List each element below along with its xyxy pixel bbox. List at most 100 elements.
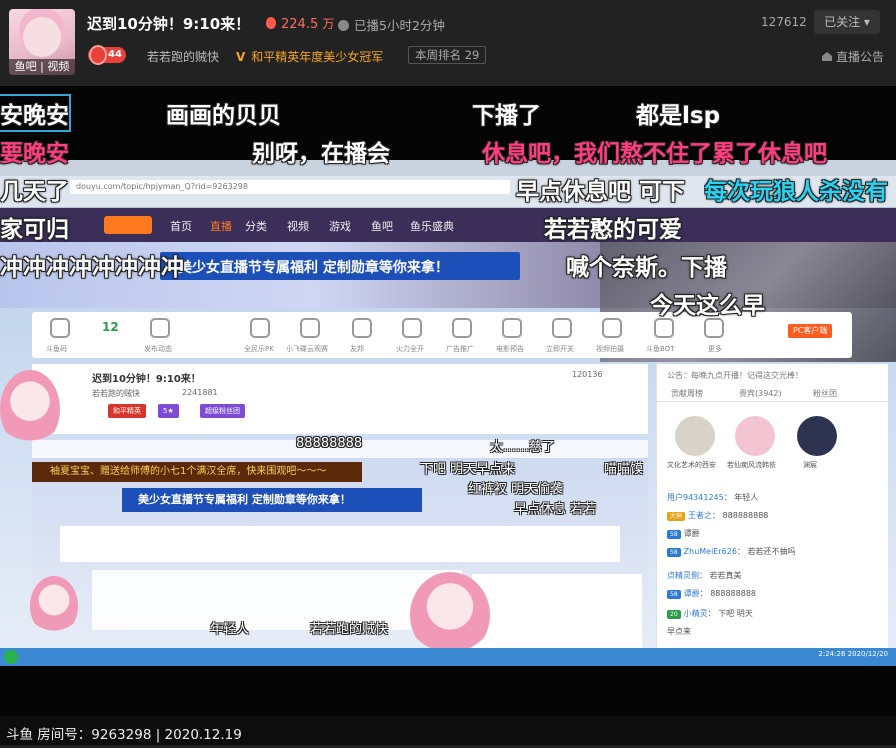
inner-mini-page	[92, 570, 462, 630]
announcement-link[interactable]: 直播公告	[822, 48, 884, 65]
inner-ribbon: 美少女直播节专属福利 定制勋章等你来拿！	[122, 488, 422, 512]
captured-side-panel: 公告：每晚九点开播！记得这交光棒！ 贡献周榜 贵宾(3942) 粉丝团 文化艺术…	[656, 364, 888, 666]
inner-iconbar	[60, 526, 620, 562]
chat-badge: 58	[667, 548, 681, 557]
feature-label: 火力全开	[396, 345, 424, 353]
feature-label: 广告推广	[446, 345, 474, 353]
feature-icon	[150, 318, 170, 338]
fan-name: 文化艺术的西安	[667, 461, 716, 469]
feature-label: 视频拍摄	[596, 345, 624, 353]
video-player[interactable]: douyu.com/topic/hpjyman_Q?rid=9263298 首页…	[0, 86, 896, 716]
feature-icon	[50, 318, 70, 338]
danmaku-comment: 安晚安	[0, 94, 71, 132]
chat-badge: 20	[667, 610, 681, 619]
flame-icon	[266, 17, 276, 29]
feature-label: 斗鱼码	[46, 345, 67, 353]
banner-ribbon: 美少女直播节专属福利 定制勋章等你来拿！	[160, 252, 520, 280]
champion-text: 和平精英年度美少女冠军	[251, 50, 384, 64]
feature-icon	[654, 318, 674, 338]
danmaku-comment: 每次玩狼人杀没有	[704, 179, 888, 205]
chat-user: 王者之	[688, 511, 713, 520]
follower-count: 127612	[761, 15, 807, 29]
tray-time: 2:24:26	[818, 650, 846, 658]
chat-badge: 大神	[667, 512, 686, 521]
hot-unit: 万	[322, 17, 335, 31]
avatar-tag[interactable]: 鱼吧 | 视频	[9, 59, 75, 75]
chat-user: 用户94341245	[667, 493, 724, 502]
room-title: 迟到10分钟！9:10来！	[87, 15, 251, 33]
feature-icon	[452, 318, 472, 338]
feature-label: 斗鱼BOT	[646, 345, 675, 353]
champion-title[interactable]: V 和平精英年度美少女冠军	[236, 48, 383, 65]
uptime: 已播5小时2分钟	[338, 15, 445, 34]
danmaku-small: 若若跑的贼快	[310, 622, 389, 637]
chat-badge: 58	[667, 590, 681, 599]
chat-user: 点精灵侧	[667, 571, 699, 580]
level-number: 44	[108, 49, 122, 60]
inner-pill: 5★	[158, 404, 179, 418]
gift-notice: 袖夏宝宝、赠送给师傅的小七1个满汉全席，快来围观吧～～～	[32, 462, 362, 482]
side-notice: 公告：每晚九点开播！记得这交光棒！	[667, 371, 803, 380]
nav-item: 游戏	[329, 220, 351, 233]
feature-icon	[352, 318, 372, 338]
fan-name: 若仙痴风流韩依	[727, 461, 776, 469]
danmaku-comment: 都是lsp	[636, 103, 721, 129]
captured-site-nav: 首页 直播 分类 视频 游戏 鱼吧 鱼乐盛典	[0, 208, 896, 242]
follow-button[interactable]: 已关注 ▾	[814, 10, 880, 34]
fan-name: 渊宸	[803, 461, 817, 469]
side-tab: 贡献周榜	[671, 389, 703, 398]
chat-line: 早点来	[667, 626, 691, 637]
room-id-watermark: 斗鱼 房间号：9263298 | 2020.12.19	[6, 727, 242, 743]
level-badge[interactable]: 44	[88, 45, 126, 65]
side-tabs: 贡献周榜 贵宾(3942) 粉丝团	[657, 386, 888, 402]
danmaku-comment: 喊个奈斯。下播	[566, 255, 727, 281]
feature-label: 友邦	[350, 345, 364, 353]
danmaku-comment: 画画的贝贝	[166, 103, 281, 129]
danmaku-comment: 休息吧，我们熬不住了累了休息吧	[482, 141, 827, 167]
feature-label: 电影预告	[496, 345, 524, 353]
nav-item: 鱼乐盛典	[410, 220, 454, 233]
danmaku-small: 88888888	[296, 436, 363, 451]
chat-line: 58 谭爵： 888888888	[667, 588, 756, 599]
nav-item: 分类	[245, 220, 267, 233]
feature-label: 全民乐PK	[244, 345, 274, 353]
chat-msg: 888888888	[722, 511, 769, 520]
danmaku-comment: 早点休息吧 可下	[516, 179, 686, 205]
taskbar-tray: 2:24:26 2020/12/20	[818, 650, 888, 658]
feature-icon	[502, 318, 522, 338]
fan-avatar	[675, 416, 715, 456]
danmaku-comment: 冲冲冲冲冲冲冲冲	[0, 255, 184, 281]
danmaku-small: 太……慈了	[490, 440, 556, 455]
captured-taskbar: 2:24:26 2020/12/20	[0, 648, 896, 666]
danmaku-comment: 别呀，在播会	[252, 141, 390, 167]
feature-icon	[552, 318, 572, 338]
fan-avatar	[797, 416, 837, 456]
medal-icon	[89, 45, 107, 65]
chat-user: 小精灵	[683, 609, 708, 618]
danmaku-comment: 家可归	[0, 217, 69, 243]
chat-msg: 下吧 明天	[718, 609, 753, 618]
chat-line: 用户94341245： 年轻人	[667, 493, 759, 502]
chat-user: ZhuMeiEr626	[683, 547, 737, 556]
feature-label: 小飞碟云观赛	[286, 345, 328, 353]
chat-line: 20 小精灵： 下吧 明天	[667, 608, 753, 619]
danmaku-small: 早点休息 若若	[514, 502, 597, 517]
uptime-text: 已播5小时2分钟	[354, 18, 445, 33]
danmaku-comment: 今天这么早	[650, 293, 765, 319]
feature-icon	[250, 318, 270, 338]
chat-msg: 若若真美	[709, 571, 742, 580]
feature-icon	[300, 318, 320, 338]
stream-content: douyu.com/topic/hpjyman_Q?rid=9263298 首页…	[0, 160, 896, 666]
start-icon	[4, 650, 18, 664]
fan-avatar	[735, 416, 775, 456]
streamer-avatar[interactable]: 鱼吧 | 视频	[9, 9, 75, 75]
announcement-label: 直播公告	[836, 50, 885, 64]
side-tab: 粉丝团	[813, 389, 837, 398]
douyu-logo	[104, 216, 152, 234]
follow-button-label: 已关注	[824, 15, 861, 29]
inner-follow-count: 120136	[572, 370, 603, 379]
weekly-rank[interactable]: 本周排名 29	[408, 46, 487, 64]
feature-label: 发布动态	[144, 345, 172, 353]
chat-msg: 年轻人	[734, 493, 759, 502]
anchor-name[interactable]: 若若跑的贼快	[147, 48, 219, 65]
